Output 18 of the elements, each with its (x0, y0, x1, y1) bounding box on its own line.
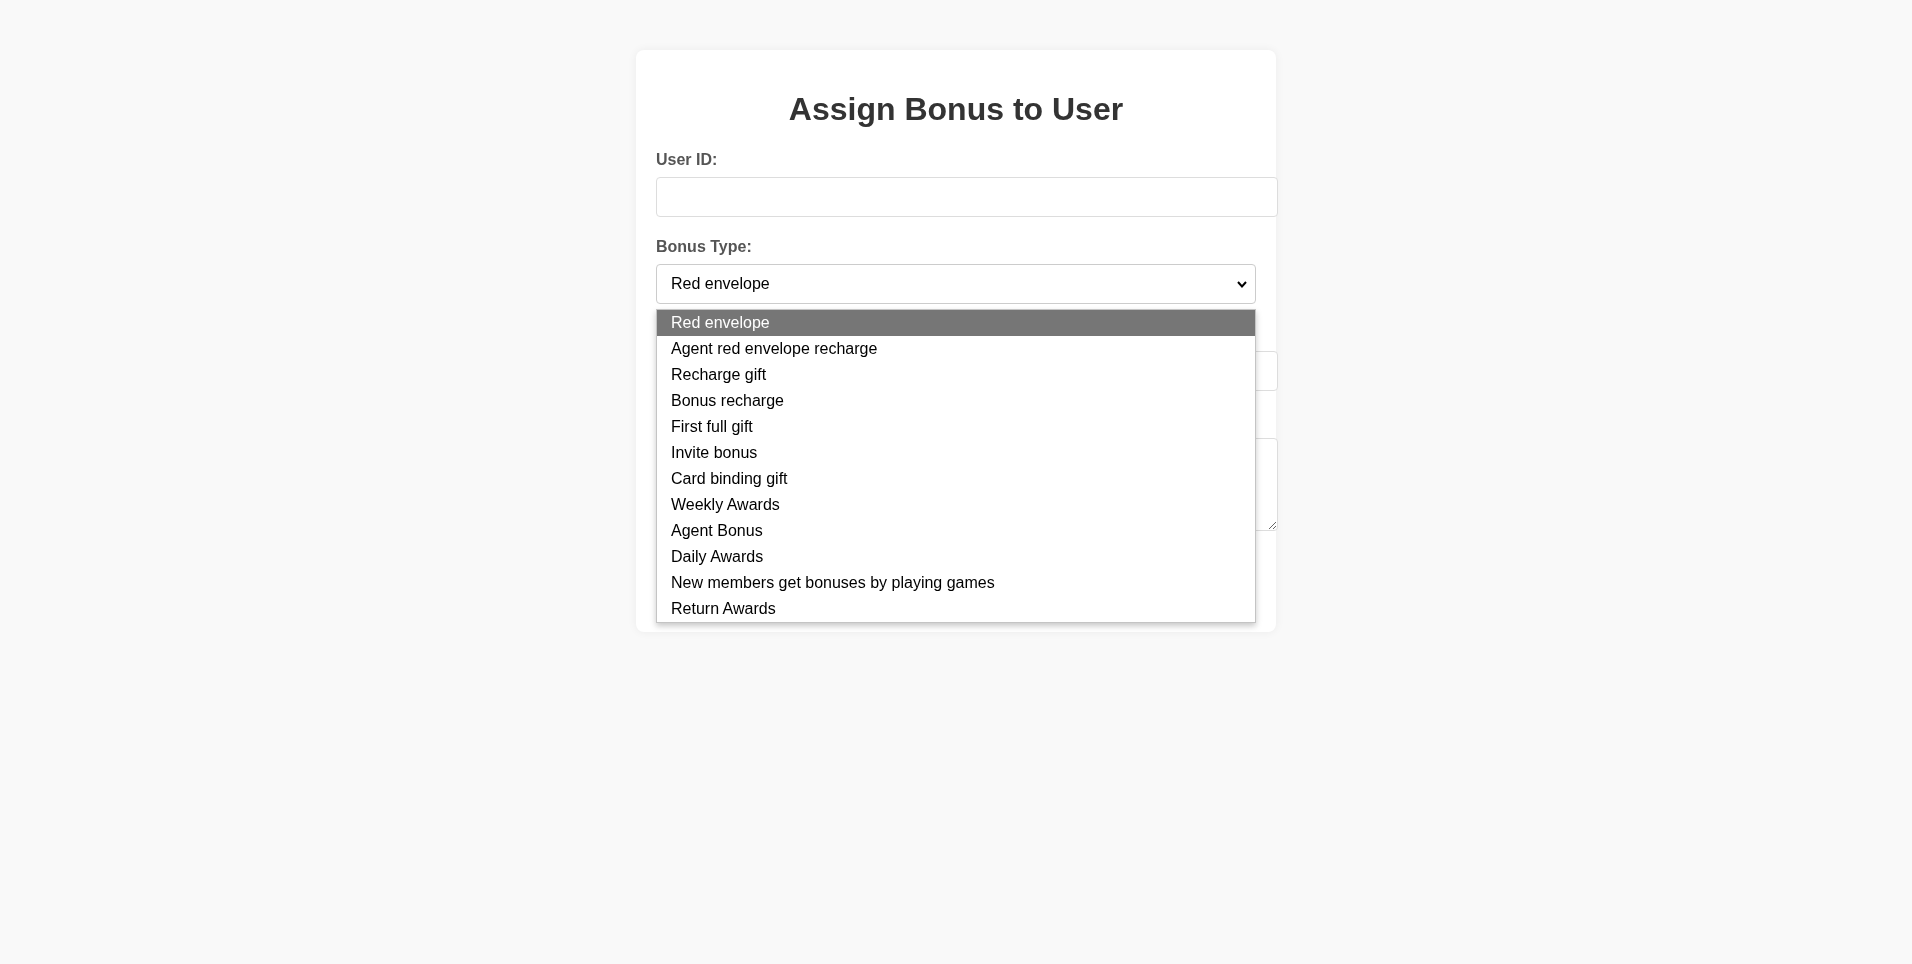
dropdown-option[interactable]: Return Awards (657, 596, 1255, 622)
input-field[interactable] (656, 177, 1278, 217)
form-title: Assign Bonus to User (787, 91, 1125, 128)
chevron-down-icon (1237, 280, 1247, 288)
bonus-type-select[interactable]: Red envelope (656, 264, 1256, 304)
dropdown-option[interactable]: Card binding gift (657, 466, 1255, 492)
field-label: Bonus Type: (656, 237, 753, 256)
dropdown-option[interactable]: Invite bonus (657, 440, 1255, 466)
dropdown-option[interactable]: New members get bonuses by playing games (657, 570, 1255, 596)
dropdown-option[interactable]: First full gift (657, 414, 1255, 440)
dropdown-option[interactable]: Weekly Awards (657, 492, 1255, 518)
dropdown-option[interactable]: Agent Bonus (657, 518, 1255, 544)
dropdown-option[interactable]: Recharge gift (657, 362, 1255, 388)
dropdown-option[interactable]: Red envelope (657, 310, 1255, 336)
dropdown-option[interactable]: Agent red envelope recharge (657, 336, 1255, 362)
dropdown-option[interactable]: Bonus recharge (657, 388, 1255, 414)
dropdown-option[interactable]: Daily Awards (657, 544, 1255, 570)
field-label: User ID: (656, 150, 719, 169)
